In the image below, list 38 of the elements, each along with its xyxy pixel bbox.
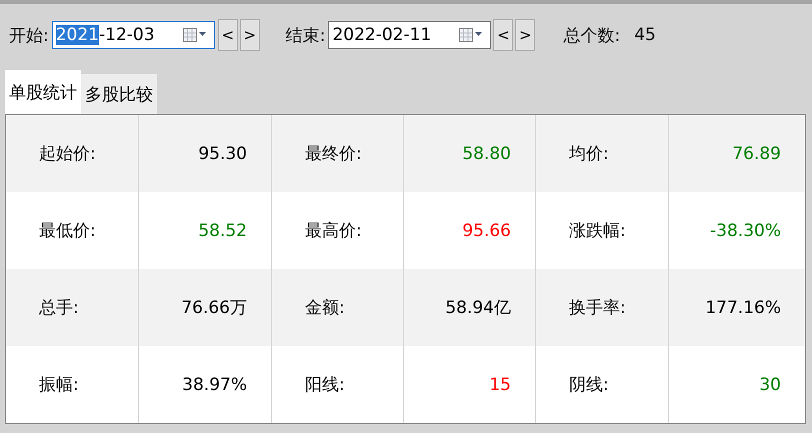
count-value: 45 [634,25,656,45]
previous-button[interactable]: < [493,19,514,51]
stat-value: 58.52 [198,220,247,240]
stat-value: -38.30% [710,220,781,240]
stat-label: 涨跌幅: [569,220,626,242]
stat-label: 金额: [305,297,345,319]
stat-value: 177.16% [705,298,781,318]
calendar-icon[interactable] [182,27,208,43]
stat-label: 振幅: [39,374,79,396]
stat-value: 15 [489,374,511,394]
calendar-icon[interactable] [458,27,484,43]
stat-value: 38.97% [182,374,247,394]
date-label: 开始: [9,24,49,46]
stat-label: 总手: [39,297,79,319]
stat-label: 换手率: [569,297,626,319]
previous-button[interactable]: < [218,19,238,51]
stat-value: 58.94亿 [445,297,511,319]
stat-value: 95.66 [462,220,511,240]
stat-label: 均价: [569,143,609,165]
stat-label: 最终价: [305,143,362,165]
next-button[interactable]: > [515,19,536,51]
stat-value: 30 [759,374,781,394]
stat-value: 76.89 [732,144,781,164]
date-label: 结束: [286,24,326,46]
stat-value: 58.80 [462,144,511,164]
tab[interactable]: 单股统计 [5,70,81,114]
stat-label: 阴线: [569,374,609,396]
stat-value: 76.66万 [181,297,247,319]
stat-label: 最低价: [39,220,96,242]
stat-label: 阳线: [305,374,345,396]
date-field[interactable]: 2022-02-11 [328,21,492,49]
count-label: 总个数: [563,24,620,46]
tab[interactable]: 多股比较 [81,74,157,114]
date-field[interactable]: 2021-12-03 [52,21,215,49]
stat-label: 起始价: [39,143,96,165]
stat-value: 95.30 [198,144,247,164]
stat-label: 最高价: [305,220,362,242]
next-button[interactable]: > [240,19,260,51]
